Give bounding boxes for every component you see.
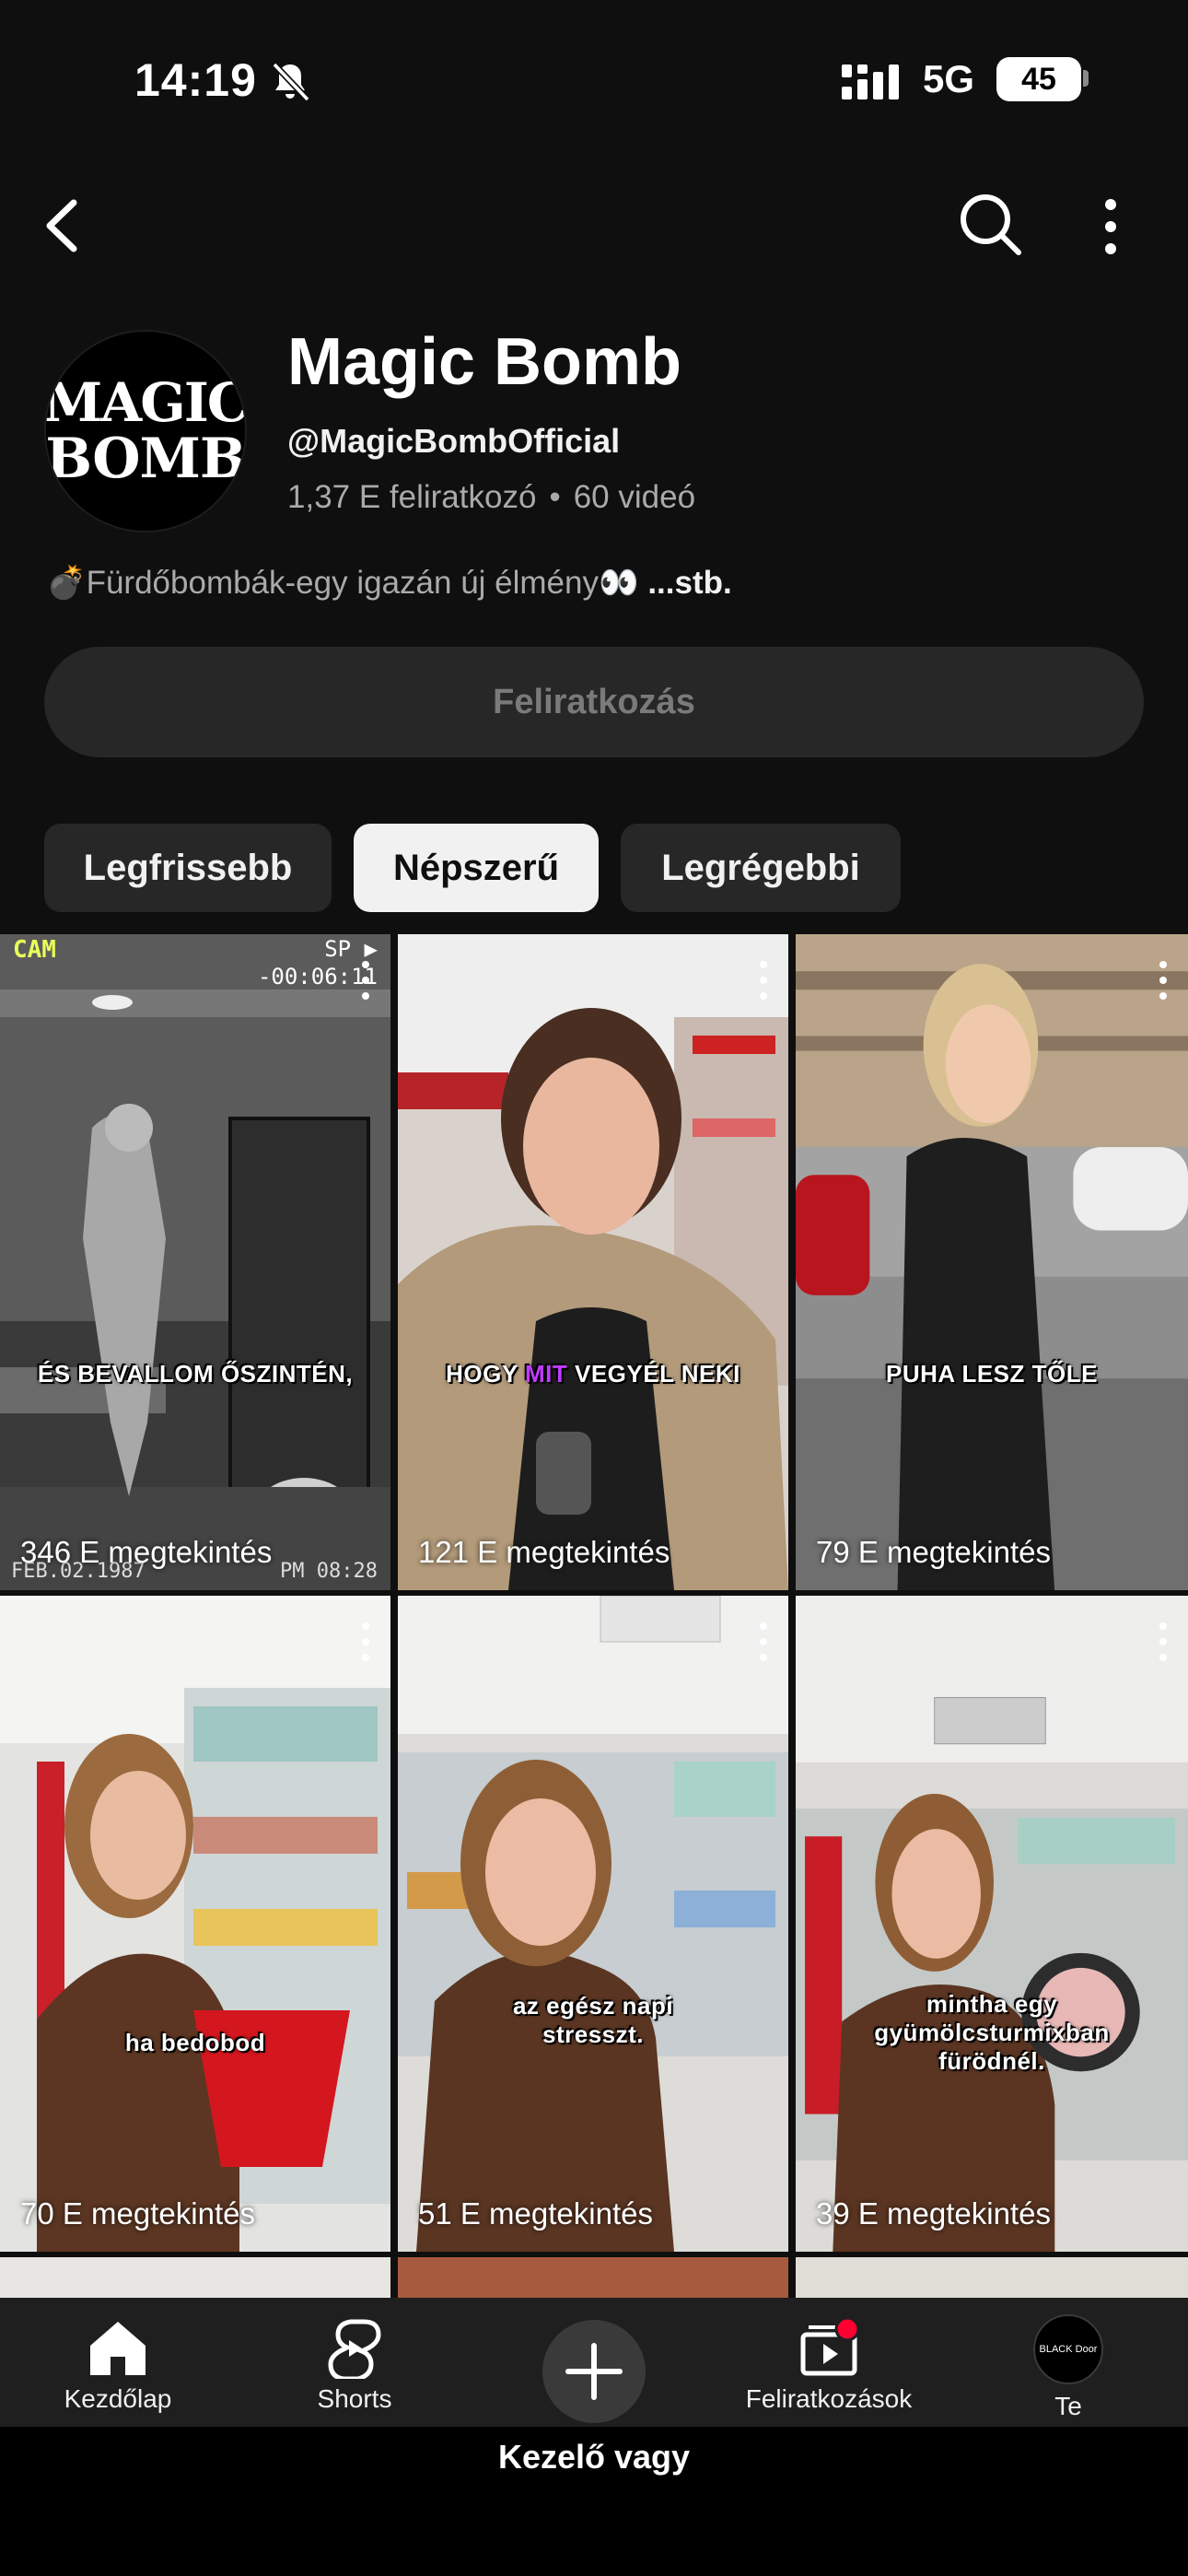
video-caption: HOGY MIT VEGYÉL NEKI [398,1360,788,1388]
plus-icon [565,2343,623,2400]
view-count: 39 E megtekintés [816,2196,1051,2231]
video-menu-icon[interactable] [361,960,370,1001]
view-count: 51 E megtekintés [418,2196,653,2231]
video-thumbnail [398,1596,788,2252]
caption-part: HOGY [446,1360,525,1388]
view-count: 346 E megtekintés [20,1535,273,1569]
video-menu-icon[interactable] [1159,960,1168,1001]
network-type: 5G [923,57,975,100]
status-time: 14:19 [134,54,257,106]
video-caption: mintha egy gyümölcsturmixban fürödnél. [874,1990,1110,2075]
nav-shorts-label: Shorts [317,2384,392,2413]
nav-home[interactable]: Kezdőlap [53,2298,182,2427]
nav-home-label: Kezdőlap [64,2384,172,2413]
view-count: 70 E megtekintés [20,2196,255,2231]
video-caption: ha bedobod [124,2029,266,2056]
avatar-logo-line1: MAGIC [44,371,247,434]
description-text: 💣Fürdőbombák-egy igazán új élmény👀 [46,565,639,601]
back-arrow-icon[interactable] [37,193,92,258]
signal-icon [842,64,899,100]
channel-stats: 1,37 E feliratkozó • 60 videó [287,479,696,515]
video-menu-icon[interactable] [759,1622,768,1662]
video-thumbnail [0,1596,390,2252]
nav-subscriptions-label: Feliratkozások [745,2384,913,2413]
video-tile-partial[interactable] [0,2257,390,2298]
avatar-logo-line2: BOMB [45,427,246,491]
create-button[interactable] [542,2320,646,2423]
cam-time: -00:06:11 [257,964,378,989]
bell-off-icon [272,62,310,102]
nav-you-label: Te [1054,2392,1082,2420]
video-thumbnail [398,934,788,1590]
channel-avatar[interactable]: MAGIC BOMB [44,330,247,533]
caption-highlight: MIT [524,1360,568,1388]
cam-mode: SP ▶ [324,936,378,962]
channel-description[interactable]: 💣Fürdőbombák-egy igazán új élmény👀 ...st… [46,564,732,602]
video-menu-icon[interactable] [361,1622,370,1662]
description-more[interactable]: ...stb. [647,565,731,601]
video-tile[interactable]: mintha egy gyümölcsturmixban fürödnél. 3… [796,1596,1188,2252]
chip-latest[interactable]: Legfrissebb [44,824,332,912]
shorts-icon [328,2319,381,2379]
search-icon[interactable] [958,192,1024,258]
nav-subscriptions[interactable]: Feliratkozások [737,2298,921,2427]
subscribe-button[interactable]: Feliratkozás [44,647,1144,757]
channel-name: Magic Bomb [287,325,682,399]
video-caption: PUHA LESZ TŐLE [886,1360,1098,1388]
video-thumbnail [796,1596,1188,2252]
manager-banner-text: Kezelő vagy [497,2438,691,2476]
video-tile[interactable]: az egész napi stresszt. 51 E megtekintés [398,1596,788,2252]
view-count: 121 E megtekintés [418,1535,670,1569]
battery-icon: 45 [996,57,1081,101]
video-count: 60 videó [573,479,696,515]
channel-handle: @MagicBombOfficial [287,422,621,460]
view-count: 79 E megtekintés [816,1535,1051,1569]
nav-shorts[interactable]: Shorts [295,2298,414,2427]
video-tile-partial[interactable] [398,2257,788,2298]
subscriber-count: 1,37 E feliratkozó [287,479,537,515]
battery-level: 45 [1021,61,1056,97]
video-thumbnail [0,934,390,1590]
video-tile-partial[interactable] [796,2257,1188,2298]
video-menu-icon[interactable] [1159,1622,1168,1662]
video-menu-icon[interactable] [759,960,768,1001]
chip-popular[interactable]: Népszerű [354,824,599,912]
video-caption: az egész napi stresszt. [512,1992,674,2048]
video-tile[interactable]: PUHA LESZ TŐLE 79 E megtekintés [796,934,1188,1590]
cam-clock: PM 08:28 [280,1560,378,1583]
video-tile[interactable]: HOGY MIT VEGYÉL NEKI 121 E megtekintés [398,934,788,1590]
video-thumbnail [796,934,1188,1590]
home-icon [90,2322,146,2375]
nav-you[interactable]: BLACK Door Te [1022,2298,1114,2427]
cam-label: CAM [13,936,56,964]
more-vert-icon[interactable] [1096,197,1125,256]
subscriptions-icon [800,2318,860,2376]
chip-oldest[interactable]: Legrégebbi [621,824,901,912]
video-tile[interactable]: CAM SP ▶ -00:06:11 FEB.02.1987 PM 08:28 … [0,934,390,1590]
battery-cap [1083,70,1089,87]
video-caption: ÉS BEVALLOM ŐSZINTÉN, [37,1360,354,1388]
user-avatar: BLACK Door [1033,2314,1103,2384]
video-tile[interactable]: ha bedobod 70 E megtekintés [0,1596,390,2252]
caption-part: VEGYÉL NEKI [567,1360,740,1388]
